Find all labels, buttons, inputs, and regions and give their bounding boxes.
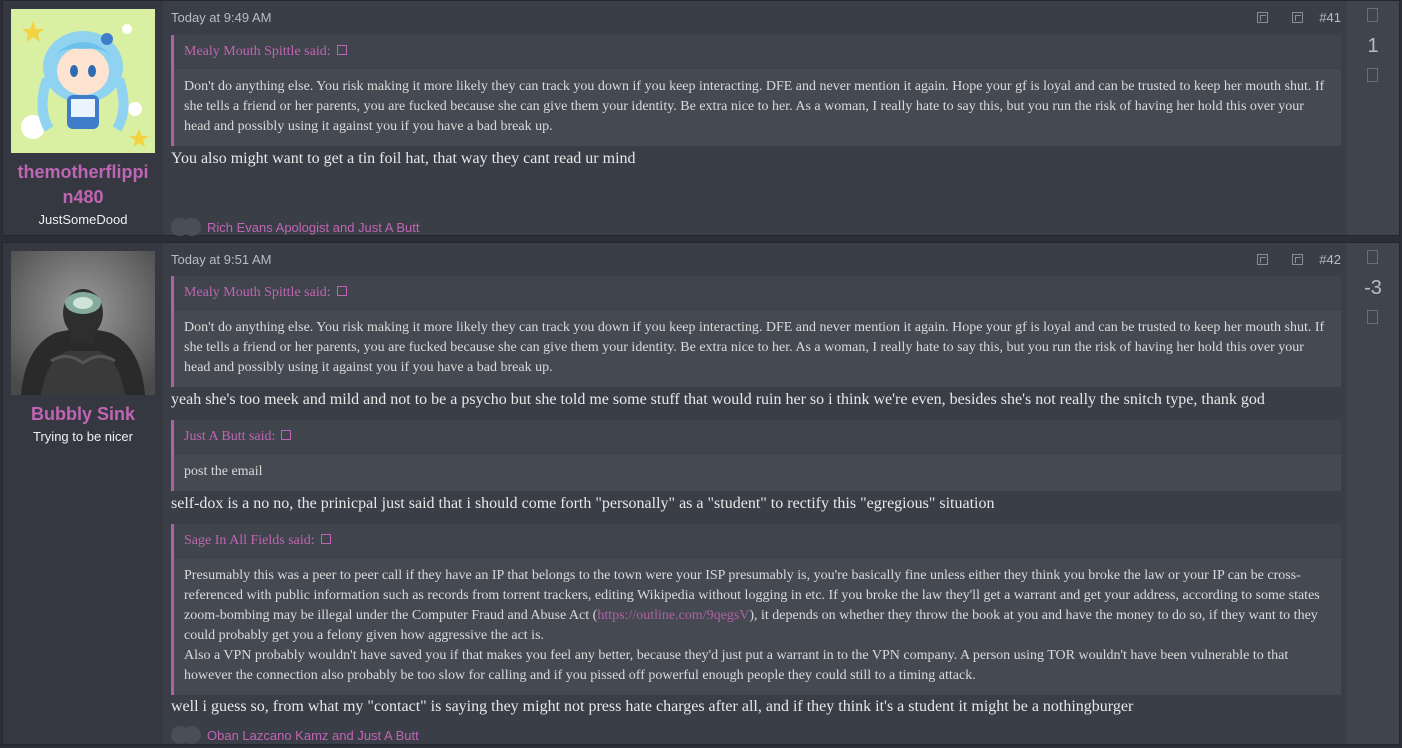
user-title: JustSomeDood	[38, 212, 128, 227]
post-number[interactable]: #42	[1319, 252, 1341, 267]
avatar[interactable]	[11, 251, 155, 395]
bookmark-icon[interactable]	[1292, 12, 1304, 23]
quote-block: Mealy Mouth Spittle said: Don't do anyth…	[171, 35, 1341, 146]
quote-block: Just A Butt said: post the email	[171, 420, 1341, 491]
quote-link-icon[interactable]	[336, 45, 347, 55]
quote-author-link[interactable]: Just A Butt said:	[184, 429, 275, 444]
vote-score: 1	[1367, 35, 1379, 57]
quote-block: Mealy Mouth Spittle said: Don't do anyth…	[171, 276, 1341, 387]
post-body-text-2: self-dox is a no no, the prinicpal just …	[171, 495, 995, 512]
avatar[interactable]	[11, 9, 155, 153]
quote-author[interactable]: Mealy Mouth Spittle said:	[174, 35, 1341, 69]
downvote-icon[interactable]	[1367, 68, 1378, 82]
quote-author[interactable]: Mealy Mouth Spittle said:	[174, 276, 1341, 310]
bookmark-icon[interactable]	[1292, 254, 1304, 265]
quote-author-link[interactable]: Mealy Mouth Spittle said:	[184, 44, 331, 59]
quote-text: Presumably this was a peer to peer call …	[174, 558, 1341, 695]
quote-text: Don't do anything else. You risk making …	[184, 320, 1325, 375]
user-pane: themotherflippi n480 JustSomeDood	[3, 1, 163, 235]
post-body: You also might want to get a tin foil ha…	[171, 150, 636, 167]
post-number[interactable]: #41	[1319, 10, 1341, 25]
reaction-avatar	[183, 726, 201, 744]
reactions-text[interactable]: Rich Evans Apologist and Just A Butt	[207, 220, 419, 235]
reactions-bar[interactable]: Rich Evans Apologist and Just A Butt	[171, 218, 419, 236]
reaction-icons	[171, 218, 205, 236]
user-title: Trying to be nicer	[33, 429, 133, 444]
user-pane: Bubbly Sink Trying to be nicer	[3, 243, 163, 744]
report-icon[interactable]	[1257, 12, 1269, 23]
post-42: Bubbly Sink Trying to be nicer Today at …	[2, 242, 1400, 745]
reactions-bar[interactable]: Oban Lazcano Kamz and Just A Butt	[171, 726, 419, 744]
reaction-icons	[171, 726, 205, 744]
upvote-icon[interactable]	[1367, 8, 1378, 22]
post-body-text-1: yeah she's too meek and mild and not to …	[171, 391, 1265, 408]
post-meta-actions: #41	[1257, 10, 1341, 25]
quote-link-icon[interactable]	[281, 430, 292, 440]
username[interactable]: Bubbly Sink	[3, 402, 163, 427]
post-date[interactable]: Today at 9:49 AM	[171, 10, 271, 25]
quote-text-part: Also a VPN probably wouldn't have saved …	[184, 648, 1289, 683]
post-41: themotherflippi n480 JustSomeDood Today …	[2, 0, 1400, 236]
quote-author-link[interactable]: Sage In All Fields said:	[184, 533, 315, 548]
reaction-avatar	[183, 218, 201, 236]
quote-text: Don't do anything else. You risk making …	[184, 79, 1325, 134]
post-body-text-3: well i guess so, from what my "contact" …	[171, 698, 1134, 715]
upvote-icon[interactable]	[1367, 250, 1378, 264]
downvote-icon[interactable]	[1367, 310, 1378, 324]
post-meta-actions: #42	[1257, 252, 1341, 267]
quote-author[interactable]: Just A Butt said:	[174, 420, 1341, 454]
quote-link-icon[interactable]	[320, 534, 331, 544]
vote-pane: -3	[1347, 243, 1399, 744]
vote-score: -3	[1364, 277, 1382, 299]
vote-pane: 1	[1347, 1, 1399, 235]
quote-block: Sage In All Fields said: Presumably this…	[171, 524, 1341, 695]
quote-author-link[interactable]: Mealy Mouth Spittle said:	[184, 285, 331, 300]
quote-link-icon[interactable]	[336, 286, 347, 296]
reactions-text[interactable]: Oban Lazcano Kamz and Just A Butt	[207, 728, 419, 743]
report-icon[interactable]	[1257, 254, 1269, 265]
username[interactable]: themotherflippi n480	[3, 160, 163, 210]
quote-external-link[interactable]: https://outline.com/9qegsV	[597, 608, 749, 623]
quote-text: post the email	[184, 464, 263, 479]
quote-author[interactable]: Sage In All Fields said:	[174, 524, 1341, 558]
post-date[interactable]: Today at 9:51 AM	[171, 252, 271, 267]
